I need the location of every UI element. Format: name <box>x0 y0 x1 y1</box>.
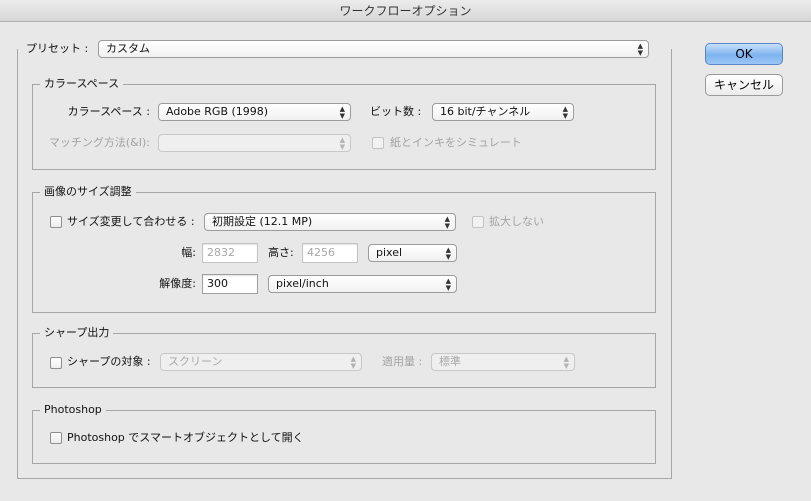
updown-arrows-icon: ▲ ▼ <box>562 105 568 120</box>
resize-to-fit-label: サイズ変更して合わせる : <box>67 215 195 228</box>
updown-arrows-icon: ▲ ▼ <box>339 136 345 151</box>
smart-object-checkbox[interactable] <box>50 432 62 444</box>
bit-depth-label: ビット数 : <box>370 105 422 118</box>
updown-arrows-icon: ▲ ▼ <box>445 246 451 261</box>
sharpen-target-select[interactable]: スクリーン ▲ ▼ <box>160 353 362 371</box>
size-unit-select-value: pixel <box>376 246 403 259</box>
sharpen-amount-select-value: 標準 <box>439 355 461 368</box>
height-label: 高さ: <box>268 246 294 259</box>
simulate-paper-label: 紙とインキをシミュレート <box>390 136 522 149</box>
sharpen-checkbox[interactable] <box>50 357 62 369</box>
updown-arrows-icon: ▲ ▼ <box>350 355 356 370</box>
sharpen-legend: シャープ出力 <box>40 326 114 340</box>
smart-object-label: Photoshop でスマートオブジェクトとして開く <box>67 431 304 444</box>
bit-depth-select[interactable]: 16 bit/チャンネル ▲ ▼ <box>432 103 574 121</box>
sharpen-target-select-value: スクリーン <box>168 355 223 368</box>
updown-arrows-icon: ▲ ▼ <box>444 215 450 230</box>
ok-button[interactable]: OK <box>705 43 783 65</box>
bit-depth-select-value: 16 bit/チャンネル <box>440 105 531 118</box>
resolution-field[interactable]: 300 <box>202 274 258 294</box>
sharpen-target-label: シャープの対象 : <box>67 355 151 368</box>
height-field[interactable]: 4256 <box>302 243 358 263</box>
dont-enlarge-checkbox[interactable] <box>472 216 484 228</box>
sharpen-amount-label: 適用量 : <box>382 355 423 368</box>
width-label: 幅: <box>181 246 196 259</box>
width-field[interactable]: 2832 <box>202 243 258 263</box>
simulate-paper-checkbox[interactable] <box>372 137 384 149</box>
updown-arrows-icon: ▲ ▼ <box>339 105 345 120</box>
resize-to-fit-select-value: 初期設定 (12.1 MP) <box>212 215 313 228</box>
matching-method-select[interactable]: ▲ ▼ <box>158 134 351 152</box>
window-title: ワークフローオプション <box>339 4 472 18</box>
image-size-legend: 画像のサイズ調整 <box>40 185 136 199</box>
color-space-select[interactable]: Adobe RGB (1998) ▲ ▼ <box>158 103 351 121</box>
resolution-unit-select-value: pixel/inch <box>276 277 329 290</box>
resolution-unit-select[interactable]: pixel/inch ▲ ▼ <box>268 275 457 293</box>
dont-enlarge-label: 拡大しない <box>489 215 544 228</box>
size-unit-select[interactable]: pixel ▲ ▼ <box>368 244 457 262</box>
cancel-button[interactable]: キャンセル <box>705 74 783 96</box>
resolution-label: 解像度: <box>159 277 196 290</box>
frame-edge-left <box>17 49 18 53</box>
color-space-select-value: Adobe RGB (1998) <box>166 105 269 118</box>
color-space-group <box>32 84 656 170</box>
updown-arrows-icon: ▲ ▼ <box>445 277 451 292</box>
window-titlebar: ワークフローオプション <box>0 0 811 22</box>
frame-edge-right <box>671 49 672 53</box>
sharpen-amount-select[interactable]: 標準 ▲ ▼ <box>431 353 575 371</box>
color-space-label: カラースペース : <box>67 105 150 118</box>
updown-arrows-icon: ▲ ▼ <box>563 355 569 370</box>
resize-to-fit-select[interactable]: 初期設定 (12.1 MP) ▲ ▼ <box>204 213 456 231</box>
color-space-legend: カラースペース <box>40 77 124 91</box>
matching-method-label: マッチング方法(&I): <box>48 136 150 149</box>
resize-to-fit-checkbox[interactable] <box>50 216 62 228</box>
photoshop-legend: Photoshop <box>40 403 106 417</box>
